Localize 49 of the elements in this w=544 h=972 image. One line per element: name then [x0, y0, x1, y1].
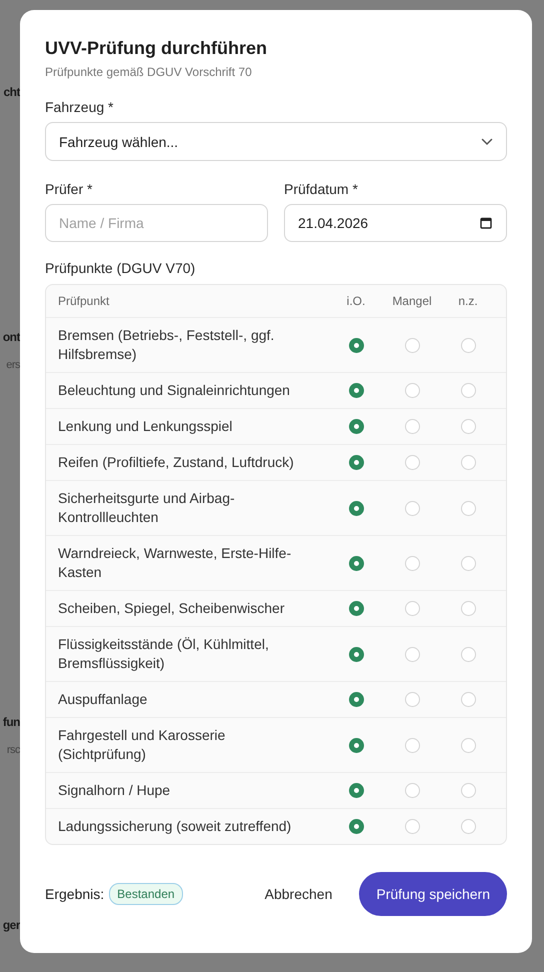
- table-cell-text: Flüssigkeitsstände (Öl, Kühlmittel, Bremsflüssigkeit): [57, 635, 270, 673]
- status-badge: Bestanden: [109, 883, 183, 905]
- radio-button[interactable]: [348, 556, 364, 570]
- vehicle-select[interactable]: Fahrzeug wählen...: [45, 122, 507, 161]
- background-heading: ont: [2, 330, 20, 344]
- background-heading: fun: [2, 715, 20, 729]
- field-label: Prüfer *: [45, 181, 94, 197]
- cancel-button[interactable]: Abbrechen: [238, 886, 360, 902]
- table-cell-text: Scheiben, Spiegel, Scheibenwischer: [57, 599, 286, 618]
- table-cell-text: Signalhorn / Hupe: [57, 781, 172, 800]
- table-cell-text: Sicherheitsgurte und Airbag-Kontrollleuchten: [57, 489, 236, 527]
- radio-button[interactable]: [348, 819, 364, 834]
- section-label: Prüfpunkte (DGUV V70): [45, 260, 196, 276]
- table-cell-text: Auspuffanlage: [57, 690, 148, 709]
- column-header: Mangel: [391, 294, 433, 308]
- dialog-title: UVV-Prüfung durchführen: [45, 37, 268, 60]
- table-cell-text: Bremsen (Betriebs-, Feststell-, ggf. Hilfsbremse): [57, 326, 276, 364]
- radio-button[interactable]: [348, 500, 364, 516]
- radio-button[interactable]: [348, 383, 364, 398]
- save-button[interactable]: Prüfung speichern: [359, 872, 507, 916]
- chevron-down-icon: [481, 138, 493, 146]
- table-cell-text: Warndreieck, Warnweste, Erste-Hilfe-Kasten: [57, 544, 292, 582]
- table-cell-text: Reifen (Profiltiefe, Zustand, Luftdruck): [57, 453, 295, 472]
- radio-button[interactable]: [348, 738, 364, 752]
- radio-button[interactable]: [348, 783, 364, 798]
- field-label: Fahrzeug *: [45, 99, 114, 115]
- column-header: Prüfpunkt: [57, 294, 110, 308]
- inspector-input[interactable]: Name / Firma: [45, 204, 268, 242]
- background-heading: cht: [4, 85, 20, 99]
- radio-button[interactable]: [348, 455, 364, 470]
- radio-button[interactable]: [348, 646, 364, 662]
- radio-button[interactable]: [348, 692, 364, 707]
- dialog-subtitle: Prüfpunkte gemäß DGUV Vorschrift 70: [45, 65, 253, 79]
- calendar-icon: [480, 217, 492, 229]
- column-header: i.O.: [346, 294, 366, 308]
- radio-button[interactable]: [348, 338, 364, 352]
- table-cell-text: Lenkung und Lenkungsspiel: [57, 417, 234, 436]
- table-cell-text: Beleuchtung und Signaleinrichtungen: [57, 381, 291, 400]
- radio-button[interactable]: [348, 601, 364, 616]
- table-cell-text: Fahrgestell und Karosserie (Sichtprüfung): [57, 726, 226, 764]
- field-label: Prüfdatum *: [284, 181, 359, 197]
- column-header: n.z.: [457, 294, 479, 308]
- radio-button[interactable]: [348, 419, 364, 434]
- background-text: rsc: [6, 743, 20, 757]
- date-input[interactable]: 21.04.2026: [284, 204, 507, 242]
- background-text: ers: [6, 358, 20, 372]
- background-heading: ger: [2, 918, 20, 932]
- table-cell-text: Ladungssicherung (soweit zutreffend): [57, 817, 292, 836]
- result-label: Ergebnis:: [45, 886, 104, 902]
